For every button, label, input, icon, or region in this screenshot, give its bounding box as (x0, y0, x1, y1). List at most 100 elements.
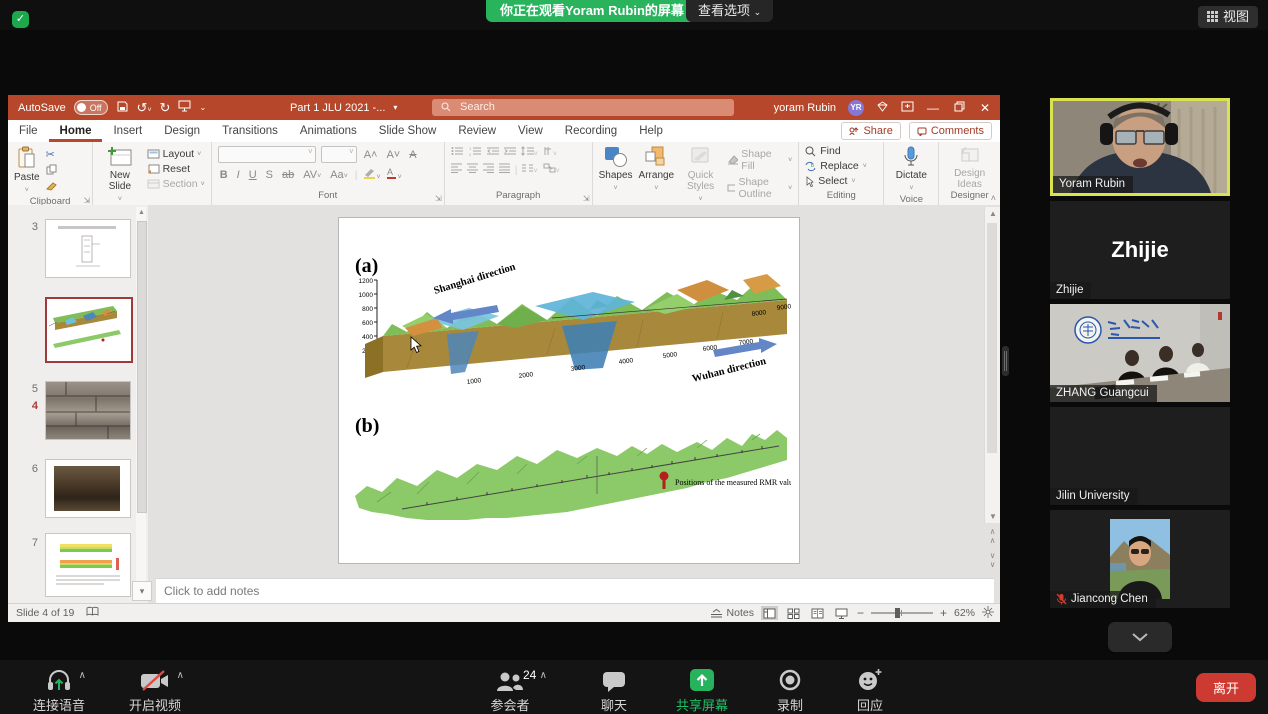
slide-thumbnail-5[interactable] (45, 381, 131, 440)
zoom-out-button[interactable]: − (857, 606, 864, 620)
section-button[interactable]: Section˅ (147, 178, 205, 190)
autosave-toggle[interactable]: Off (74, 100, 108, 115)
join-audio-button[interactable]: ∧ 连接语音 (16, 666, 102, 714)
notes-splitter-button[interactable]: ▾ (132, 581, 152, 601)
search-box[interactable]: Search (432, 99, 734, 116)
share-button[interactable]: Share (841, 122, 900, 140)
increase-indent-icon[interactable] (504, 146, 516, 159)
participant-tile-zhijie[interactable]: Zhijie Zhijie (1050, 201, 1230, 299)
leave-meeting-button[interactable]: 离开 (1196, 673, 1256, 702)
participant-tile-zhang[interactable]: ZHANG Guangcui (1050, 304, 1230, 402)
normal-view-button[interactable] (761, 606, 778, 620)
audio-options-caret[interactable]: ∧ (79, 670, 86, 681)
reset-button[interactable]: Reset (147, 163, 190, 175)
italic-icon[interactable]: I (235, 169, 242, 181)
participant-tile-jiancong[interactable]: Jiancong Chen (1050, 510, 1230, 608)
save-icon[interactable] (116, 100, 129, 116)
title-dropdown-icon[interactable]: ▾ (393, 103, 397, 112)
close-button[interactable]: ✕ (978, 101, 992, 115)
tab-home[interactable]: Home (49, 120, 103, 142)
tab-view[interactable]: View (507, 120, 554, 142)
collapse-panel-button[interactable] (1108, 622, 1172, 652)
font-size-combo[interactable] (321, 146, 357, 163)
font-name-combo[interactable] (218, 146, 316, 163)
align-right-icon[interactable] (483, 163, 494, 176)
font-dialog-launcher[interactable]: ⇲ (435, 194, 442, 203)
copy-icon[interactable] (46, 164, 58, 178)
fit-slide-button[interactable] (982, 606, 994, 621)
notes-pane[interactable]: Click to add notes (156, 578, 994, 604)
record-button[interactable]: 录制 (764, 666, 816, 714)
slide-sorter-view-button[interactable] (785, 606, 802, 620)
security-shield-icon[interactable]: ✓ (12, 11, 29, 28)
columns-icon[interactable]: ˅ (522, 163, 537, 176)
zoom-in-button[interactable]: + (940, 606, 947, 620)
reading-view-button[interactable] (809, 606, 826, 620)
clipboard-dialog-launcher[interactable]: ⇲ (84, 196, 91, 205)
restore-button[interactable] (952, 101, 966, 115)
thumbnail-scrollbar[interactable]: ▲ (136, 207, 146, 587)
redo-icon[interactable]: ↻ (160, 100, 171, 116)
quick-styles-button[interactable]: Quick Styles˅ (680, 146, 721, 205)
teaching-callout-icon[interactable] (901, 101, 914, 115)
line-spacing-icon[interactable]: ˅ (521, 146, 538, 159)
select-button[interactable]: Select˅ (805, 175, 855, 187)
align-center-icon[interactable] (467, 163, 478, 176)
chat-button[interactable]: 聊天 (588, 666, 640, 714)
quick-access-more-icon[interactable]: ⌄ (199, 103, 206, 112)
minimize-button[interactable]: — (926, 101, 940, 115)
notes-toggle-button[interactable]: Notes (710, 607, 754, 619)
slide-thumbnail-3[interactable] (45, 219, 131, 278)
clear-formatting-icon[interactable]: A (407, 149, 418, 161)
arrange-button[interactable]: Arrange˅ (639, 146, 675, 194)
account-avatar[interactable]: YR (848, 100, 864, 116)
undo-icon[interactable]: ↺˅ (137, 100, 152, 116)
panel-resize-handle[interactable] (1002, 346, 1009, 376)
video-options-caret[interactable]: ∧ (177, 670, 184, 681)
underline-icon[interactable]: U (247, 169, 259, 181)
shape-fill-button[interactable]: Shape Fill˅ (727, 148, 792, 172)
start-presentation-icon[interactable] (178, 100, 191, 115)
tab-insert[interactable]: Insert (102, 120, 153, 142)
dictate-button[interactable]: Dictate˅ (896, 146, 927, 194)
previous-slide-button[interactable]: ∧∧ (985, 527, 1000, 545)
tab-file[interactable]: File (8, 120, 49, 142)
align-left-icon[interactable] (451, 163, 462, 176)
tab-design[interactable]: Design (153, 120, 211, 142)
slide-area-scrollbar[interactable]: ▲▼ (984, 207, 1000, 523)
next-slide-button[interactable]: ∨∨ (985, 551, 1000, 569)
design-ideas-button[interactable]: Design Ideas (945, 146, 994, 190)
decrease-indent-icon[interactable] (487, 146, 499, 159)
tab-help[interactable]: Help (628, 120, 674, 142)
shapes-button[interactable]: Shapes˅ (599, 146, 633, 194)
share-screen-button[interactable]: 共享屏幕 (668, 666, 736, 714)
gallery-view-button[interactable]: 视图 (1198, 6, 1258, 28)
collapse-ribbon-icon[interactable]: ˄ (991, 193, 996, 203)
replace-button[interactable]: bReplace˅ (805, 160, 867, 172)
tab-slide-show[interactable]: Slide Show (368, 120, 448, 142)
tab-transitions[interactable]: Transitions (211, 120, 289, 142)
participant-tile-yoram[interactable]: Yoram Rubin (1050, 98, 1230, 196)
slide-thumbnail-6[interactable] (45, 459, 131, 518)
shadow-icon[interactable]: S (264, 169, 275, 181)
highlight-color-icon[interactable]: ˅ (363, 167, 381, 182)
slide-canvas[interactable]: (a) 1200 1000 800 600 400 200 0 (338, 217, 800, 564)
format-painter-icon[interactable] (46, 181, 58, 194)
font-color-icon[interactable]: A˅ (386, 167, 402, 182)
find-button[interactable]: Find (805, 145, 840, 157)
start-video-button[interactable]: ∧ 开启视频 (112, 666, 198, 714)
bullets-icon[interactable] (451, 146, 464, 159)
shape-outline-button[interactable]: Shape Outline˅ (727, 176, 792, 200)
view-options-dropdown[interactable]: 查看选项 ⌄ (686, 0, 773, 22)
participant-tile-jilin[interactable]: Jilin University (1050, 407, 1230, 505)
bold-icon[interactable]: B (218, 169, 230, 181)
document-title[interactable]: Part 1 JLU 2021 -... (290, 102, 385, 114)
reactions-button[interactable]: 回应 (844, 666, 896, 714)
accessibility-icon[interactable] (86, 606, 99, 620)
slide-thumbnail-4[interactable] (45, 297, 133, 363)
tab-animations[interactable]: Animations (289, 120, 368, 142)
cut-icon[interactable]: ✂ (46, 148, 58, 161)
paste-button[interactable]: Paste˅ (14, 146, 40, 196)
tab-review[interactable]: Review (447, 120, 507, 142)
zoom-level[interactable]: 62% (954, 607, 975, 619)
